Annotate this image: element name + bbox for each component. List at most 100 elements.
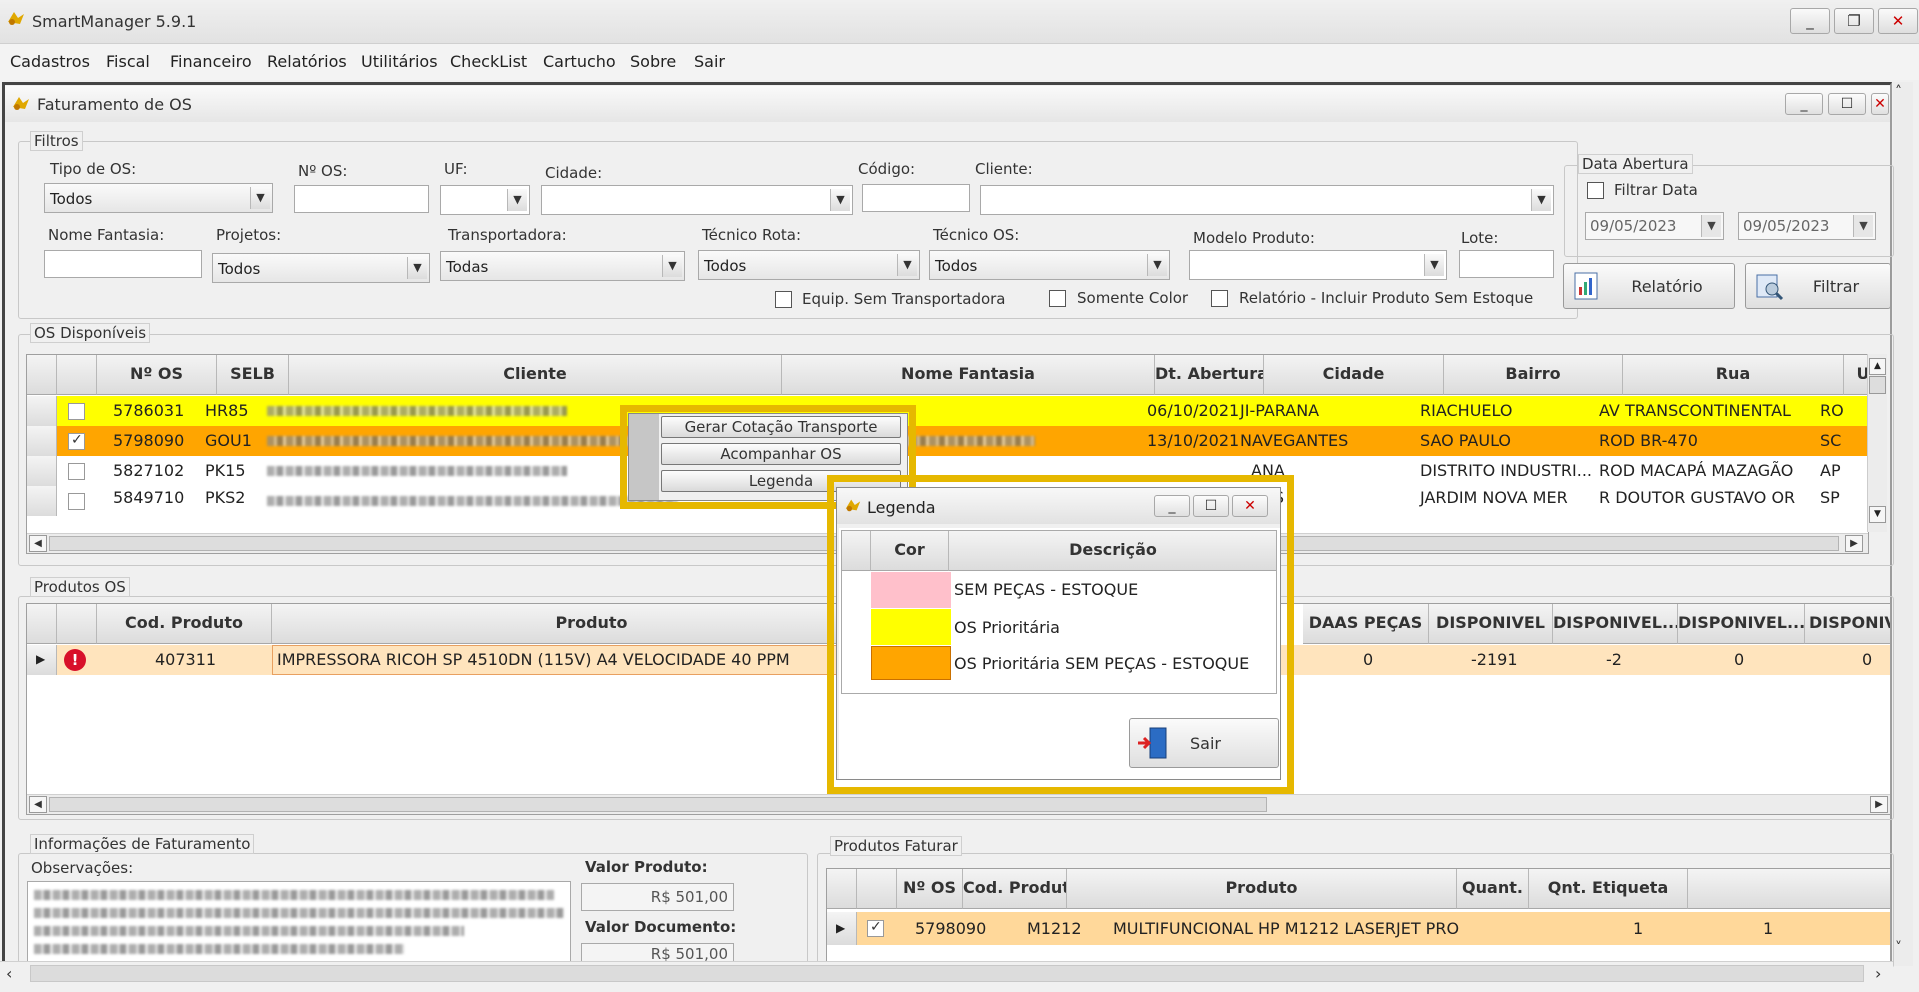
menu-utilitarios[interactable]: Utilitários [361, 52, 438, 71]
highlight-box [827, 475, 1294, 794]
col-disponivel-2[interactable]: DISPONIVEL... [1553, 604, 1678, 644]
codigo-input[interactable] [862, 184, 970, 212]
cell-num-os: 5827102 [113, 461, 185, 480]
scroll-left-icon[interactable]: ◀ [29, 796, 47, 813]
transportadora-select[interactable]: Todas ▼ [440, 251, 685, 281]
window-maximize-button[interactable]: ☐ [1828, 93, 1866, 115]
menu-sobre[interactable]: Sobre [630, 52, 676, 71]
menu-cartucho[interactable]: Cartucho [543, 52, 616, 71]
col-nome-fantasia[interactable]: Nome Fantasia [782, 355, 1155, 395]
col-dt-abertura[interactable]: Dt. Abertura [1155, 355, 1264, 395]
window-close-button[interactable]: ✕ [1871, 93, 1889, 115]
modelo-produto-select[interactable]: ▼ [1189, 250, 1447, 280]
table-row[interactable]: ▶ 5798090 M1212 MULTIFUNCIONAL HP M1212 … [827, 912, 1890, 945]
cliente-label: Cliente: [975, 160, 1033, 178]
row-checkbox[interactable] [68, 493, 85, 510]
row-checkbox[interactable] [68, 403, 85, 420]
tipo-os-select[interactable]: Todos ▼ [44, 183, 273, 213]
lote-input[interactable] [1459, 250, 1554, 278]
col-disponivel-4[interactable]: DISPONIV [1805, 604, 1890, 644]
col-selb[interactable]: SELB [217, 355, 289, 395]
col-cod-produto[interactable]: Cod. Produto [963, 869, 1067, 909]
menu-fiscal[interactable]: Fiscal [106, 52, 150, 71]
col-disponivel[interactable]: DISPONIVEL [1429, 604, 1553, 644]
scroll-up-icon[interactable]: ˄ [1895, 84, 1902, 100]
app-maximize-button[interactable]: ❐ [1834, 8, 1874, 34]
col-produto[interactable]: Produto [1067, 869, 1457, 909]
chevron-down-icon: ▼ [1147, 254, 1167, 276]
chevron-down-icon: ▼ [250, 187, 270, 209]
window-vscroll[interactable]: ˄ ˅ [1893, 82, 1913, 966]
uf-select[interactable]: ▼ [440, 185, 530, 215]
col-produto[interactable]: Produto [272, 604, 912, 644]
projetos-select[interactable]: Todos ▼ [212, 253, 430, 283]
app-minimize-button[interactable]: _ [1790, 8, 1830, 34]
scroll-right-icon[interactable]: ▶ [1845, 535, 1863, 552]
cell-cod-produto: M1212 [1027, 919, 1082, 938]
scroll-right-icon[interactable]: ▶ [1870, 796, 1888, 813]
filtrar-button[interactable]: Filtrar [1745, 263, 1891, 309]
filtrar-data-checkbox[interactable] [1587, 182, 1604, 199]
col-num-os[interactable]: Nº OS [97, 355, 217, 395]
row-pointer-icon: ▶ [36, 652, 46, 666]
chevron-down-icon: ▼ [1424, 254, 1444, 276]
app-close-button[interactable]: ✕ [1878, 8, 1918, 34]
col-check[interactable] [57, 355, 97, 395]
menu-cadastros[interactable]: Cadastros [10, 52, 90, 71]
num-os-input[interactable] [294, 185, 429, 213]
chevron-down-icon: ▼ [407, 257, 427, 279]
col-bairro[interactable]: Bairro [1444, 355, 1623, 395]
col-qnt-etiqueta[interactable]: Qnt. Etiqueta [1529, 869, 1688, 909]
table-row[interactable]: 5786031 HR85 06/10/2021 JI-PARANA RIACHU… [27, 396, 1868, 426]
menu-sair[interactable]: Sair [694, 52, 725, 71]
window-minimize-button[interactable]: _ [1785, 93, 1823, 115]
cidade-select[interactable]: ▼ [541, 185, 853, 215]
window-hscroll[interactable]: ‹ › [0, 961, 1893, 985]
observacoes-textarea[interactable] [27, 881, 571, 965]
somente-color-checkbox[interactable] [1049, 290, 1066, 307]
os-grid-vscroll[interactable]: ▲ ▼ [1867, 354, 1887, 532]
data-ate-picker[interactable]: 09/05/2023 ▼ [1738, 212, 1876, 240]
col-uf[interactable]: UF [1844, 355, 1868, 395]
chevron-down-icon: ▼ [662, 255, 682, 277]
scroll-left-icon[interactable]: ◀ [29, 535, 47, 552]
scroll-left-icon[interactable]: ‹ [6, 964, 12, 983]
nome-fantasia-input[interactable] [44, 250, 202, 278]
menu-relatorios[interactable]: Relatórios [267, 52, 347, 71]
transportadora-label: Transportadora: [448, 226, 567, 244]
data-de-picker[interactable]: 09/05/2023 ▼ [1585, 212, 1724, 240]
col-cod-produto[interactable]: Cod. Produto [97, 604, 272, 644]
col-num-os[interactable]: Nº OS [897, 869, 963, 909]
cliente-redacted [267, 406, 567, 416]
table-row[interactable]: 5798090 GOU1 13/10/2021 NAVEGANTES SAO P… [27, 426, 1868, 456]
menu-checklist[interactable]: CheckList [450, 52, 527, 71]
col-cliente[interactable]: Cliente [289, 355, 782, 395]
equip-sem-transportadora-checkbox[interactable] [775, 291, 792, 308]
valor-produto-field: R$ 501,00 [581, 883, 734, 911]
menu-financeiro[interactable]: Financeiro [170, 52, 252, 71]
scroll-down-icon[interactable]: ▼ [1869, 506, 1886, 523]
relatorio-incluir-checkbox[interactable] [1211, 290, 1228, 307]
col-cidade[interactable]: Cidade [1264, 355, 1444, 395]
cell-num-os: 5786031 [113, 401, 185, 420]
produtos-grid-hscroll[interactable]: ◀ ▶ [27, 794, 1890, 814]
col-daas-pecas[interactable]: DAAS PEÇAS [1303, 604, 1429, 644]
faturamento-titlebar: Faturamento de OS _ ☐ ✕ [5, 86, 1890, 122]
tecnico-rota-select[interactable]: Todos ▼ [698, 250, 920, 280]
col-rua[interactable]: Rua [1623, 355, 1844, 395]
col-quant[interactable]: Quant. [1457, 869, 1529, 909]
row-checkbox[interactable] [68, 463, 85, 480]
chevron-down-icon: ▼ [1701, 215, 1721, 237]
col-disponivel-3[interactable]: DISPONIVEL... [1678, 604, 1805, 644]
os-disponiveis-label: OS Disponíveis [30, 323, 151, 343]
cell-rua: ROD BR-470 [1599, 431, 1698, 450]
cliente-select[interactable]: ▼ [980, 185, 1554, 215]
tecnico-os-select[interactable]: Todos ▼ [929, 250, 1170, 280]
row-checkbox[interactable] [867, 919, 884, 937]
scroll-up-icon[interactable]: ▲ [1869, 358, 1886, 375]
scroll-down-icon[interactable]: ˅ [1895, 940, 1902, 956]
relatorio-button[interactable]: Relatório [1563, 263, 1735, 309]
cell-disp2: -2 [1606, 650, 1622, 669]
row-checkbox[interactable] [68, 432, 85, 450]
scroll-right-icon[interactable]: › [1875, 964, 1881, 983]
